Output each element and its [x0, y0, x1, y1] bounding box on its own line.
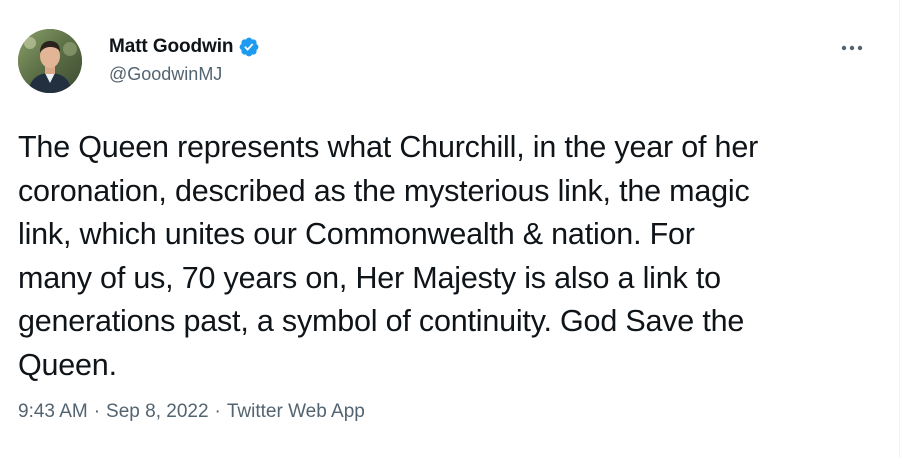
tweet-source-link[interactable]: Twitter Web App [227, 401, 365, 423]
author-handle[interactable]: @GoodwinMJ [109, 64, 260, 85]
verified-badge-icon [238, 36, 260, 58]
name-row: Matt Goodwin [109, 35, 260, 59]
author-info: Matt Goodwin @GoodwinMJ [109, 35, 260, 85]
more-options-button[interactable] [838, 36, 866, 60]
tweet-date-link[interactable]: Sep 8, 2022 [106, 401, 208, 423]
avatar[interactable] [18, 29, 82, 93]
tweet-meta: 9:43 AM · Sep 8, 2022 · Twitter Web App [18, 401, 365, 423]
avatar-image [18, 29, 82, 93]
author-display-name[interactable]: Matt Goodwin [109, 36, 233, 58]
tweet-card: Matt Goodwin @GoodwinMJ The Queen repres… [0, 0, 900, 458]
meta-separator: · [93, 401, 101, 422]
more-horizontal-icon [841, 45, 863, 51]
tweet-time-link[interactable]: 9:43 AM [18, 401, 88, 423]
tweet-text: The Queen represents what Churchill, in … [18, 130, 759, 382]
meta-separator: · [214, 401, 221, 422]
